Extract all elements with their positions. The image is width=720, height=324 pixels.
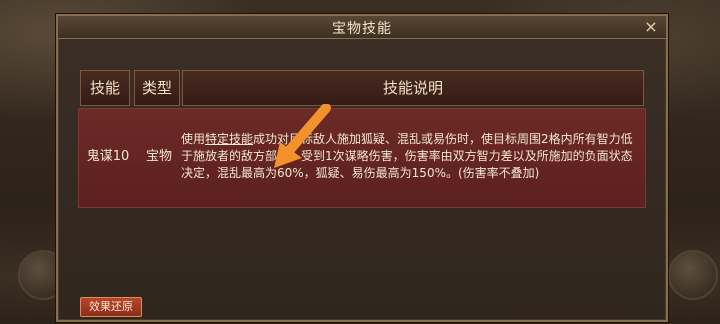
restore-effect-button[interactable]: 效果还原: [80, 297, 142, 317]
skill-dialog: 宝物技能 × 技能 类型 技能说明 鬼谋10 宝物 使用特定技能成功对目标敌人施…: [56, 14, 668, 322]
header-skill: 技能: [80, 70, 130, 106]
skill-name: 鬼谋10: [86, 149, 130, 164]
skill-description: 使用特定技能成功对目标敌人施加狐疑、混乱或易伤时，使目标周围2格内所有智力低于施…: [181, 131, 639, 182]
dialog-title: 宝物技能: [332, 21, 392, 37]
close-icon[interactable]: ×: [642, 18, 660, 36]
table-row: 鬼谋10 宝物 使用特定技能成功对目标敌人施加狐疑、混乱或易伤时，使目标周围2格…: [78, 108, 646, 208]
header-type: 类型: [134, 70, 180, 106]
skill-table: 技能 类型 技能说明 鬼谋10 宝物 使用特定技能成功对目标敌人施加狐疑、混乱或…: [78, 70, 646, 208]
specific-skill-link[interactable]: 特定技能: [205, 132, 253, 146]
header-description: 技能说明: [182, 70, 644, 106]
dialog-title-bar: 宝物技能 ×: [58, 16, 666, 39]
right-side-button[interactable]: [668, 250, 718, 300]
pointer-arrow-icon: [274, 104, 331, 168]
description-prefix: 使用: [181, 132, 206, 146]
skill-type: 宝物: [145, 149, 172, 164]
